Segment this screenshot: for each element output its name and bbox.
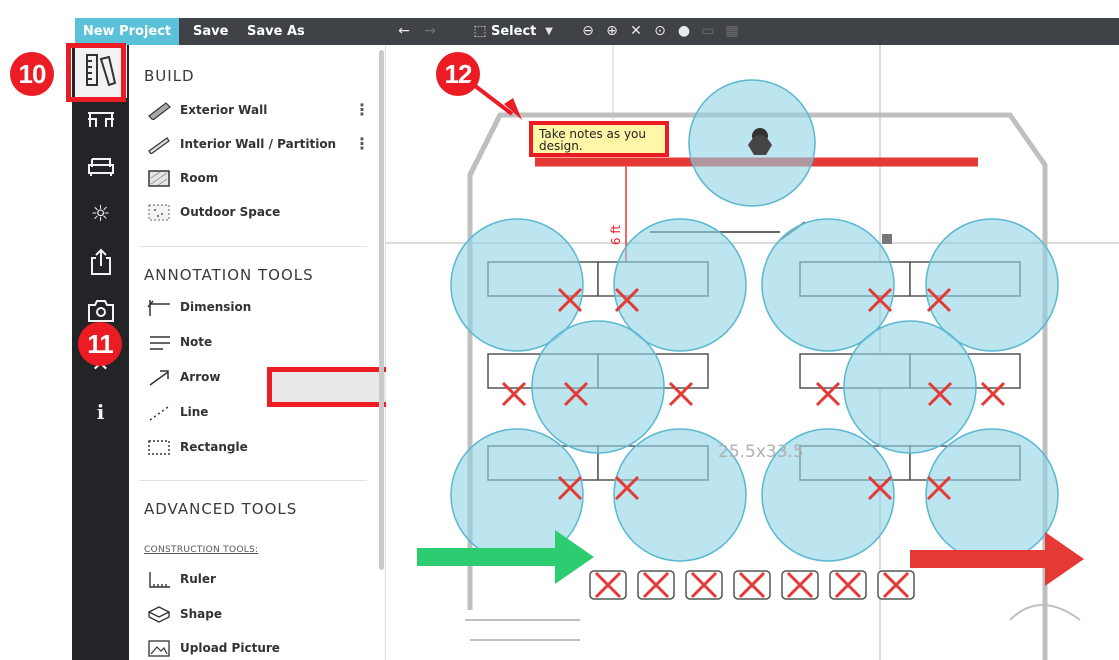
- callout-arrow: [468, 80, 522, 120]
